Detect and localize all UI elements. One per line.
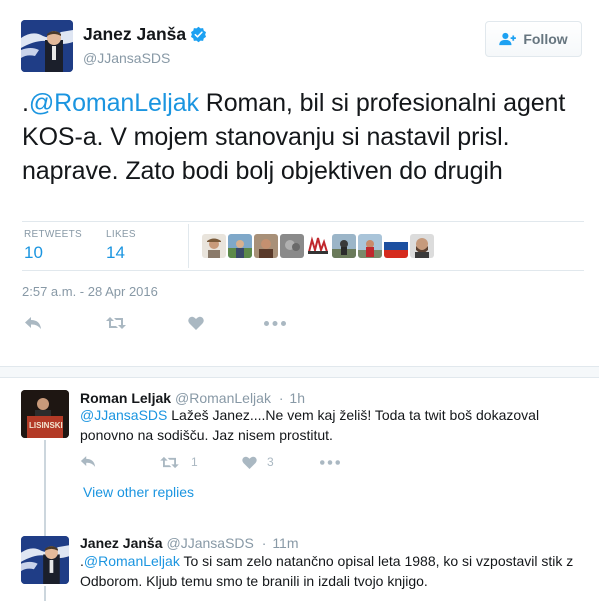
liker-avatar[interactable] xyxy=(306,234,330,258)
liker-avatar[interactable] xyxy=(410,234,434,258)
retweet-button[interactable] xyxy=(106,316,126,330)
verified-badge-icon xyxy=(190,26,207,43)
more-dots-icon xyxy=(264,321,286,326)
reply-icon xyxy=(25,317,41,329)
liker-avatar[interactable] xyxy=(228,234,252,258)
reply-time[interactable]: 1h xyxy=(289,390,305,406)
divider xyxy=(22,270,584,271)
section-gap xyxy=(0,366,599,378)
reply-text: @JJansaSDS Lažeš Janez....Ne vem kaj žel… xyxy=(80,405,580,445)
more-button[interactable] xyxy=(264,321,286,326)
retweet-button[interactable]: 1 xyxy=(160,455,198,469)
reply-button[interactable] xyxy=(24,316,42,330)
author-handle[interactable]: @JJansaSDS xyxy=(83,50,170,66)
heart-icon xyxy=(188,316,204,330)
tweet-text-prefix: . xyxy=(22,89,29,117)
stats-separator xyxy=(188,224,189,268)
heart-icon xyxy=(242,456,257,469)
mention-link[interactable]: @RomanLeljak xyxy=(29,89,199,117)
like-button[interactable]: 3 xyxy=(242,455,274,469)
liker-avatar[interactable] xyxy=(332,234,356,258)
reply-button[interactable] xyxy=(80,455,96,468)
thread-line xyxy=(44,586,46,601)
reply-mention-link[interactable]: @JJansaSDS xyxy=(80,407,167,423)
follow-label: Follow xyxy=(523,31,568,47)
reply-time[interactable]: 11m xyxy=(272,535,298,551)
avatar-sign-text: LISINSKI xyxy=(29,421,63,430)
reply-header: Roman Leljak @RomanLeljak · 1h xyxy=(80,390,305,406)
liker-avatar[interactable] xyxy=(280,234,304,258)
like-button[interactable] xyxy=(188,316,204,330)
retweets-count[interactable]: 10 xyxy=(24,243,43,263)
add-user-icon xyxy=(499,32,517,46)
liker-avatar[interactable] xyxy=(202,234,226,258)
retweet-count: 1 xyxy=(191,455,198,469)
likes-count[interactable]: 14 xyxy=(106,243,125,263)
reply-author-handle[interactable]: @JJansaSDS xyxy=(167,535,254,551)
retweet-icon xyxy=(160,456,179,468)
tweet-text: .@RomanLeljak Roman, bil si profesionaln… xyxy=(22,86,582,188)
more-dots-icon xyxy=(320,460,340,465)
reply-author-avatar[interactable] xyxy=(21,536,69,584)
follow-button[interactable]: Follow xyxy=(485,21,582,57)
tweet-timestamp[interactable]: 2:57 a.m. - 28 Apr 2016 xyxy=(22,284,158,299)
likers-avatars xyxy=(202,234,434,258)
liker-avatar[interactable] xyxy=(358,234,382,258)
thread-line xyxy=(44,440,46,536)
reply-icon xyxy=(80,456,96,467)
like-count: 3 xyxy=(267,455,274,469)
reply-separator: · xyxy=(278,390,284,406)
author-avatar[interactable] xyxy=(21,20,73,72)
reply-header: Janez Janša @JJansaSDS · 11m xyxy=(80,535,299,551)
reply-mention-link[interactable]: @RomanLeljak xyxy=(84,553,180,569)
main-tweet: Janez Janša @JJansaSDS Follow .@RomanLel… xyxy=(0,0,599,366)
retweet-icon xyxy=(106,317,126,329)
tweet-stats: RETWEETS 10 LIKES 14 xyxy=(22,222,584,270)
liker-avatar[interactable] xyxy=(254,234,278,258)
reply-text: .@RomanLeljak To si sam zelo natančno op… xyxy=(80,551,585,591)
reply-author-avatar[interactable]: LISINSKI xyxy=(21,390,69,438)
more-button[interactable] xyxy=(320,460,340,465)
view-other-replies-link[interactable]: View other replies xyxy=(83,484,194,500)
liker-avatar[interactable] xyxy=(384,234,408,258)
reply-author-handle[interactable]: @RomanLeljak xyxy=(175,390,271,406)
reply-author-name[interactable]: Janez Janša xyxy=(80,535,163,551)
retweets-label[interactable]: RETWEETS xyxy=(24,229,82,240)
reply-author-name[interactable]: Roman Leljak xyxy=(80,390,171,406)
likes-label[interactable]: LIKES xyxy=(106,229,136,240)
author-name[interactable]: Janez Janša xyxy=(83,24,186,45)
reply-separator: · xyxy=(261,535,267,551)
